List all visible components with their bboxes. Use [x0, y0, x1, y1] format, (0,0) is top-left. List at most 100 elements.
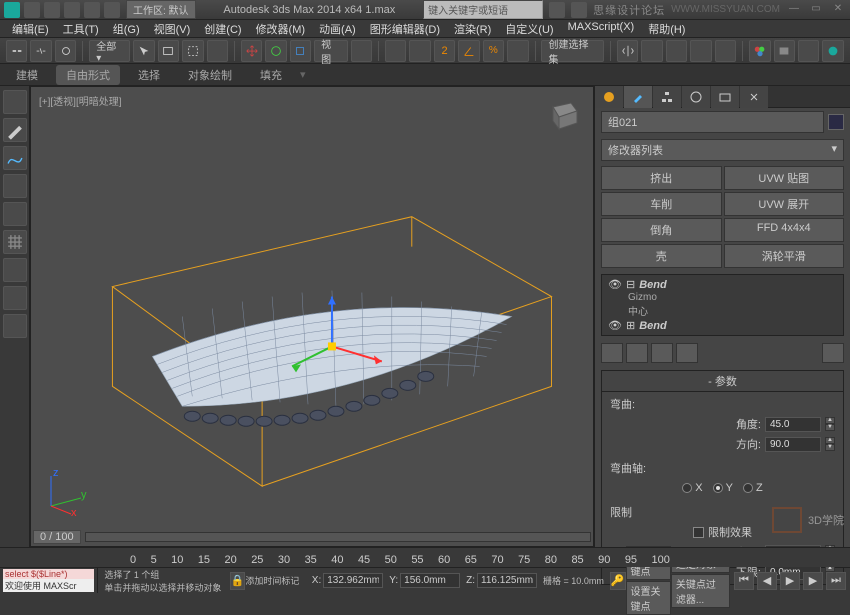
goto-end-icon[interactable]: ⏭ — [826, 572, 846, 590]
align-icon[interactable] — [641, 40, 662, 62]
time-slider[interactable]: 0 / 100 — [33, 530, 591, 544]
unlink-icon[interactable] — [30, 40, 51, 62]
maximize-button[interactable]: ▭ — [808, 3, 824, 17]
key-icon[interactable]: 🔑 — [610, 572, 626, 590]
menu-tools[interactable]: 工具(T) — [57, 20, 105, 37]
redo-icon[interactable] — [104, 2, 120, 18]
close-button[interactable]: ✕ — [830, 3, 846, 17]
remove-mod-icon[interactable] — [676, 343, 698, 363]
info-icon[interactable] — [549, 2, 565, 18]
show-end-icon[interactable] — [626, 343, 648, 363]
menu-help[interactable]: 帮助(H) — [642, 20, 691, 37]
help-search[interactable]: 键入关键字或短语 — [423, 0, 543, 19]
rollout-header[interactable]: - 参数 — [602, 371, 843, 392]
layers-icon[interactable] — [666, 40, 687, 62]
y-coord[interactable] — [400, 573, 460, 588]
configure-sets-icon[interactable] — [822, 343, 844, 363]
listener[interactable]: select $($Line*) 欢迎使用 MAXScr — [0, 568, 98, 593]
mirror-icon[interactable] — [617, 40, 638, 62]
z-coord[interactable] — [477, 573, 537, 588]
qbtn-lathe[interactable]: 车削 — [601, 192, 722, 216]
object-color-swatch[interactable] — [828, 114, 844, 130]
qbtn-ffd[interactable]: FFD 4x4x4 — [724, 218, 845, 242]
qbtn-shell[interactable]: 壳 — [601, 244, 722, 268]
snap-angle-icon[interactable] — [458, 40, 479, 62]
select-region-icon[interactable] — [182, 40, 203, 62]
manipulate-icon[interactable] — [385, 40, 406, 62]
undo-icon[interactable] — [84, 2, 100, 18]
select-name-icon[interactable] — [158, 40, 179, 62]
window-crossing-icon[interactable] — [207, 40, 228, 62]
timeline-ruler[interactable]: 0510152025303540455055606570758085909510… — [0, 547, 850, 567]
menu-graph[interactable]: 图形编辑器(D) — [364, 20, 446, 37]
lt-handle-icon[interactable] — [3, 90, 27, 114]
object-name-field[interactable]: 组021 — [601, 111, 824, 133]
ribbon-tab-selection[interactable]: 选择 — [128, 65, 170, 85]
rotate-icon[interactable] — [265, 40, 286, 62]
goto-start-icon[interactable]: ⏮ — [734, 572, 754, 590]
lt-brush-icon[interactable] — [3, 118, 27, 142]
menu-maxscript[interactable]: MAXScript(X) — [562, 20, 641, 37]
material-editor-icon[interactable] — [749, 40, 770, 62]
menu-create[interactable]: 创建(C) — [198, 20, 247, 37]
render-icon[interactable] — [822, 40, 843, 62]
axis-x-radio[interactable]: X — [682, 482, 702, 494]
viewport[interactable]: [+][透视][明暗处理] — [30, 86, 594, 547]
direction-spinner[interactable]: 90.0 — [765, 437, 821, 452]
angle-spinner[interactable]: 45.0 — [765, 417, 821, 432]
set-key-button[interactable]: 设置关键点 — [626, 581, 671, 615]
ribbon-tab-freeform[interactable]: 自由形式 — [56, 65, 120, 85]
snap-2d-icon[interactable]: 2 — [434, 40, 455, 62]
limit-effect-checkbox[interactable] — [693, 527, 704, 538]
refcoord-dropdown[interactable]: 视图 — [314, 40, 347, 62]
menu-views[interactable]: 视图(V) — [148, 20, 197, 37]
menu-customize[interactable]: 自定义(U) — [499, 20, 559, 37]
open-icon[interactable] — [44, 2, 60, 18]
tab-modify[interactable] — [624, 86, 652, 108]
x-coord[interactable] — [323, 573, 383, 588]
tab-display[interactable] — [711, 86, 739, 108]
axis-y-radio[interactable]: Y — [713, 482, 733, 494]
minimize-button[interactable]: — — [786, 3, 802, 17]
ribbon-tab-populate[interactable]: 填充 — [250, 65, 292, 85]
modifier-list-dropdown[interactable]: 修改器列表 ▾ — [601, 139, 844, 161]
modifier-stack[interactable]: 👁⊟ Bend Gizmo 中心 👁⊞ Bend — [601, 274, 844, 336]
qbtn-turbosmooth[interactable]: 涡轮平滑 — [724, 244, 845, 268]
qbtn-unwrap[interactable]: UVW 展开 — [724, 192, 845, 216]
lt-dot-icon[interactable] — [3, 286, 27, 310]
ribbon-tab-modeling[interactable]: 建模 — [6, 65, 48, 85]
viewcube[interactable] — [543, 95, 583, 135]
ribbon-tab-objectpaint[interactable]: 对象绘制 — [178, 65, 242, 85]
snap-spinner-icon[interactable] — [507, 40, 528, 62]
menu-animation[interactable]: 动画(A) — [313, 20, 362, 37]
render-setup-icon[interactable] — [774, 40, 795, 62]
tab-utilities[interactable] — [740, 86, 768, 108]
keyboard-icon[interactable] — [409, 40, 430, 62]
prev-frame-icon[interactable]: ◀ — [757, 572, 777, 590]
lt-conform-icon[interactable] — [3, 202, 27, 226]
unique-icon[interactable] — [651, 343, 673, 363]
selection-filter[interactable]: 全部 ▾ — [89, 40, 130, 62]
lock-icon[interactable]: 🔒 — [230, 572, 246, 590]
named-selset[interactable]: 创建选择集 — [541, 40, 604, 62]
curve-editor-icon[interactable] — [690, 40, 711, 62]
tab-motion[interactable] — [682, 86, 710, 108]
lt-splines-icon[interactable] — [3, 146, 27, 170]
key-filters[interactable]: 关键点过滤器... — [671, 574, 730, 608]
pin-stack-icon[interactable] — [601, 343, 623, 363]
link-icon[interactable] — [6, 40, 27, 62]
lt-arrow-icon[interactable] — [3, 258, 27, 282]
viewport-label[interactable]: [+][透视][明暗处理] — [39, 93, 122, 108]
move-icon[interactable] — [241, 40, 262, 62]
axis-z-radio[interactable]: Z — [743, 482, 763, 494]
star-icon[interactable] — [571, 2, 587, 18]
play-icon[interactable]: ▶ — [780, 572, 800, 590]
next-frame-icon[interactable]: ▶ — [803, 572, 823, 590]
tab-create[interactable] — [595, 86, 623, 108]
lt-more-icon[interactable] — [3, 314, 27, 338]
bind-icon[interactable] — [55, 40, 76, 62]
snap-percent-icon[interactable]: % — [483, 40, 504, 62]
lt-grid-icon[interactable] — [3, 230, 27, 254]
save-icon[interactable] — [64, 2, 80, 18]
scale-icon[interactable] — [290, 40, 311, 62]
